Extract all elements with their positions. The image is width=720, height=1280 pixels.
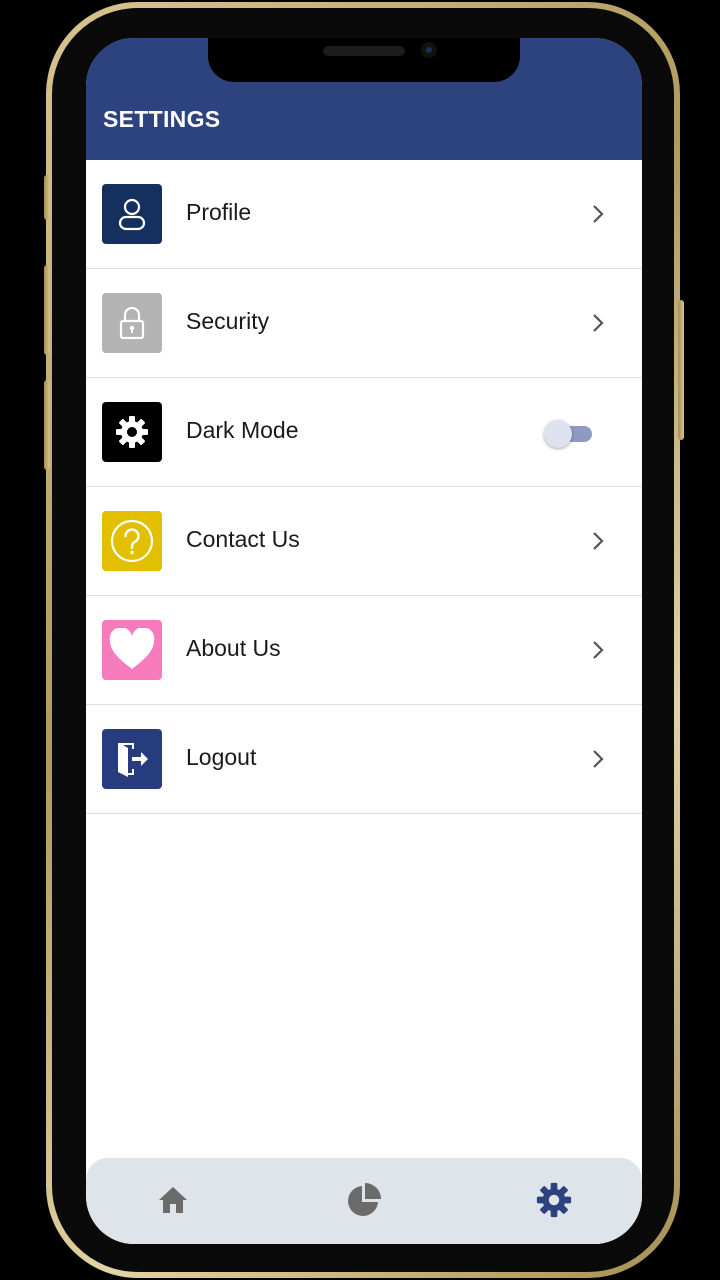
chevron-right-icon bbox=[593, 205, 604, 223]
lock-icon bbox=[102, 293, 162, 353]
logout-icon bbox=[102, 729, 162, 789]
pie-chart-icon bbox=[348, 1183, 381, 1216]
settings-list: Profile Security Dark Mode Contact Us Ab… bbox=[86, 160, 642, 814]
speaker-grille bbox=[323, 46, 405, 56]
chevron-right-icon bbox=[593, 750, 604, 768]
phone-side-button bbox=[678, 300, 684, 440]
settings-item-contact-us[interactable]: Contact Us bbox=[86, 487, 642, 596]
toggle-thumb bbox=[544, 420, 572, 448]
settings-item-label: Contact Us bbox=[186, 526, 300, 552]
tab-home[interactable] bbox=[153, 1180, 193, 1220]
chevron-right-icon bbox=[593, 532, 604, 550]
gear-icon bbox=[536, 1182, 572, 1218]
settings-item-label: Profile bbox=[186, 199, 252, 225]
phone-notch bbox=[208, 38, 520, 82]
tab-reports[interactable] bbox=[344, 1180, 384, 1220]
chevron-right-icon bbox=[593, 641, 604, 659]
settings-item-label: Dark Mode bbox=[186, 417, 299, 443]
phone-side-button bbox=[44, 265, 50, 355]
tab-settings[interactable] bbox=[534, 1180, 574, 1220]
front-camera bbox=[421, 42, 437, 58]
settings-item-label: Logout bbox=[186, 744, 257, 770]
settings-item-security[interactable]: Security bbox=[86, 269, 642, 378]
settings-item-label: About Us bbox=[186, 635, 281, 661]
dark-mode-toggle[interactable] bbox=[544, 418, 592, 448]
chevron-right-icon bbox=[593, 314, 604, 332]
settings-item-logout[interactable]: Logout bbox=[86, 705, 642, 814]
settings-item-profile[interactable]: Profile bbox=[86, 160, 642, 269]
phone-screen: SETTINGS Profile Security Dark Mode Cont… bbox=[86, 38, 642, 1244]
user-icon bbox=[102, 184, 162, 244]
page-title: SETTINGS bbox=[103, 106, 221, 132]
settings-item-about-us[interactable]: About Us bbox=[86, 596, 642, 705]
gear-icon bbox=[102, 402, 162, 462]
home-icon bbox=[159, 1187, 187, 1213]
settings-item-dark-mode: Dark Mode bbox=[86, 378, 642, 487]
question-icon bbox=[102, 511, 162, 571]
settings-item-label: Security bbox=[186, 308, 270, 334]
heart-icon bbox=[102, 620, 162, 680]
bottom-tab-bar bbox=[86, 1158, 642, 1244]
phone-side-button bbox=[44, 175, 50, 220]
phone-side-button bbox=[44, 380, 50, 470]
